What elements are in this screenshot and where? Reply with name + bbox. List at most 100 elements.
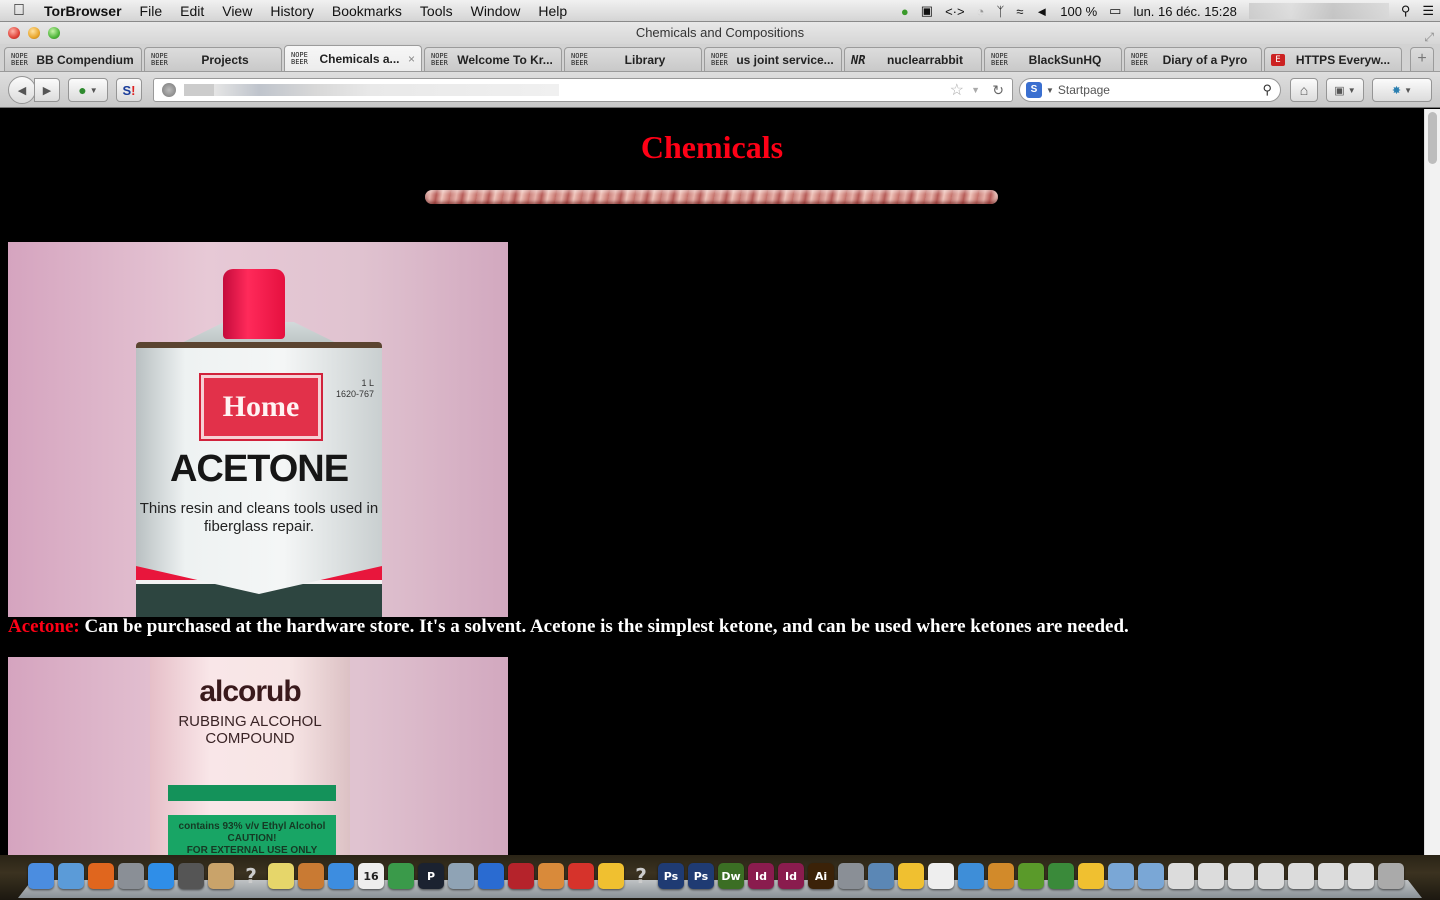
dock-launchpad-icon[interactable] [118,863,144,889]
dock-trash-icon[interactable] [1378,863,1404,889]
dock-iphoto-icon[interactable] [868,863,894,889]
dock-mail-icon[interactable] [58,863,84,889]
dock-itunes-icon[interactable] [478,863,504,889]
dock-unknown-icon[interactable]: ? [238,863,264,889]
url-bar[interactable]: ☆ ▼ ↻ [153,78,1013,102]
menu-view[interactable]: View [213,3,261,19]
dock-tor-icon[interactable] [1018,863,1044,889]
dock-cyberduck-icon[interactable] [898,863,924,889]
dock-window-icon[interactable] [1258,863,1284,889]
url-history-dropdown-icon[interactable]: ▼ [971,85,980,95]
battery-icon[interactable]: ▭ [1109,3,1121,19]
dock-window-icon[interactable] [1168,863,1194,889]
dock-dreamweaver-icon[interactable]: Dw [718,863,744,889]
dock-window-icon[interactable] [1318,863,1344,889]
bluetooth-icon[interactable]: ᛉ [996,4,1004,19]
dock-photo-slideshow-icon[interactable] [508,863,534,889]
dock-numbers-icon[interactable] [388,863,414,889]
forward-button[interactable]: ▶ [34,78,60,102]
noscript-button[interactable]: S! [116,78,142,102]
dock-app-store-icon[interactable] [148,863,174,889]
dock-finder-icon[interactable] [28,863,54,889]
tor-network-button[interactable]: ✸ ▼ [1372,78,1432,102]
home-button[interactable]: ⌂ [1290,78,1318,102]
dock-illustrator-icon[interactable]: Ai [808,863,834,889]
torbutton[interactable]: ● ▼ [68,78,108,102]
vertical-scrollbar[interactable] [1424,109,1440,855]
back-button[interactable]: ◀ [8,76,36,104]
reload-icon[interactable]: ↻ [992,82,1004,99]
apple-menu-icon[interactable]:  [0,2,38,20]
menu-edit[interactable]: Edit [171,3,213,19]
dock-photoshop-icon[interactable]: Ps [658,863,684,889]
menu-help[interactable]: Help [529,3,576,19]
wifi-icon[interactable]: ≈ [1016,4,1023,19]
dock-archive-utility-icon[interactable] [988,863,1014,889]
zoom-window-button[interactable] [48,27,60,39]
tab[interactable]: NOPE BEER Library [564,47,702,71]
tor-onion-status-icon[interactable]: ● [901,4,909,19]
search-engine-dropdown-icon[interactable]: ▼ [1046,86,1054,95]
tab[interactable]: NOPE BEER BB Compendium [4,47,142,71]
tab[interactable]: NOPE BEER Diary of a Pyro [1124,47,1262,71]
dock-libreoffice-icon[interactable] [928,863,954,889]
dock-window-icon[interactable] [1228,863,1254,889]
menu-file[interactable]: File [131,3,172,19]
dock-window-icon[interactable] [1198,863,1224,889]
dock-cyberduck-icon[interactable] [598,863,624,889]
menu-bookmarks[interactable]: Bookmarks [323,3,411,19]
close-window-button[interactable] [8,27,20,39]
dock-window-icon[interactable] [1288,863,1314,889]
dock-plex-icon[interactable]: P [418,863,444,889]
search-box[interactable]: S ▼ Startpage ⚲ [1019,78,1281,102]
dock-clementine-icon[interactable] [568,863,594,889]
dock-photoshop-icon[interactable]: Ps [688,863,714,889]
tab[interactable]: NR nuclearrabbit [844,47,982,71]
dock-firefox-icon[interactable] [88,863,114,889]
dock-safari-icon[interactable] [958,863,984,889]
dock-automator-icon[interactable] [838,863,864,889]
tab[interactable]: NOPE BEER Welcome To Kr... [424,47,562,71]
site-identity-globe-icon[interactable] [162,83,176,97]
new-tab-button[interactable]: + [1410,47,1434,71]
memory-icon[interactable]: ▣ [921,3,933,19]
clock[interactable]: lun. 16 déc. 15:28 [1133,4,1236,19]
dock-keynote-icon[interactable] [298,863,324,889]
menu-tools[interactable]: Tools [411,3,462,19]
dock-vidalia-icon[interactable] [1048,863,1074,889]
dock-photo-booth-icon[interactable] [178,863,204,889]
notification-center-icon[interactable]: ☰ [1422,3,1434,19]
minimize-window-button[interactable] [28,27,40,39]
search-input[interactable]: Startpage [1058,83,1110,97]
bookmarks-menu-button[interactable]: ▣ ▼ [1326,78,1364,102]
scrollbar-thumb[interactable] [1428,112,1437,164]
time-machine-icon[interactable]: ◔ [977,4,985,19]
tab[interactable]: NOPE BEER Chemicals a... × [284,45,422,71]
tab[interactable]: NOPE BEER Projects [144,47,282,71]
script-icon[interactable]: <·> [945,4,965,19]
dock-contacts-icon[interactable] [208,863,234,889]
tab[interactable]: NOPE BEER us joint service... [704,47,842,71]
search-icon[interactable]: ⚲ [1262,82,1272,98]
dock-applications-icon[interactable] [1108,863,1134,889]
tab[interactable]: NOPE BEER BlackSunHQ [984,47,1122,71]
spotlight-icon[interactable]: ⚲ [1401,3,1411,19]
close-tab-icon[interactable]: × [408,52,415,66]
dock-unknown-icon[interactable]: ? [628,863,654,889]
dock-window-icon[interactable] [1348,863,1374,889]
volume-icon[interactable]: ◄ [1035,4,1048,19]
dock-calendar-icon[interactable]: 16 [358,863,384,889]
menu-app-name[interactable]: TorBrowser [38,3,131,19]
menu-history[interactable]: History [261,3,323,19]
tab[interactable]: E HTTPS Everyw... [1264,47,1402,71]
dock-dropbox-icon[interactable] [328,863,354,889]
dock-indesign-icon[interactable]: Id [778,863,804,889]
dock-stickies-icon[interactable] [268,863,294,889]
search-engine-startpage-icon[interactable]: S [1026,82,1042,98]
bookmark-star-icon[interactable]: ☆ [950,80,964,100]
dock-indesign-icon[interactable]: Id [748,863,774,889]
menu-window[interactable]: Window [462,3,530,19]
dock-preview-icon[interactable] [448,863,474,889]
dock-cyberduck-icon[interactable] [1078,863,1104,889]
dock-pages-icon[interactable] [538,863,564,889]
